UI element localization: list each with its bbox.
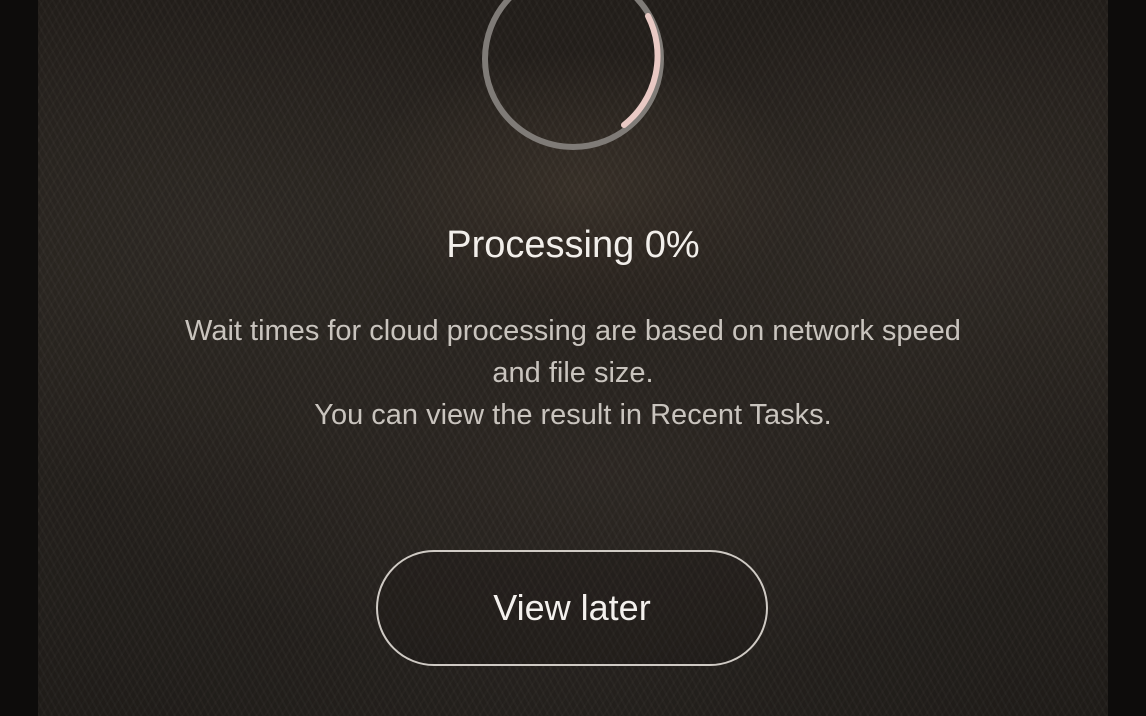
- description-line: and file size.: [492, 357, 654, 389]
- loading-spinner-icon: [482, 0, 664, 150]
- spinner-arc: [621, 13, 661, 128]
- processing-screen: Processing 0% Wait times for cloud proce…: [0, 0, 1146, 716]
- view-later-button[interactable]: View later: [376, 550, 768, 666]
- processing-description: Wait times for cloud processing are base…: [0, 310, 1146, 436]
- processing-title: Processing 0%: [446, 224, 700, 266]
- spinner-track: [482, 0, 664, 150]
- description-line: You can view the result in Recent Tasks.: [314, 399, 832, 431]
- description-line: Wait times for cloud processing are base…: [185, 315, 961, 347]
